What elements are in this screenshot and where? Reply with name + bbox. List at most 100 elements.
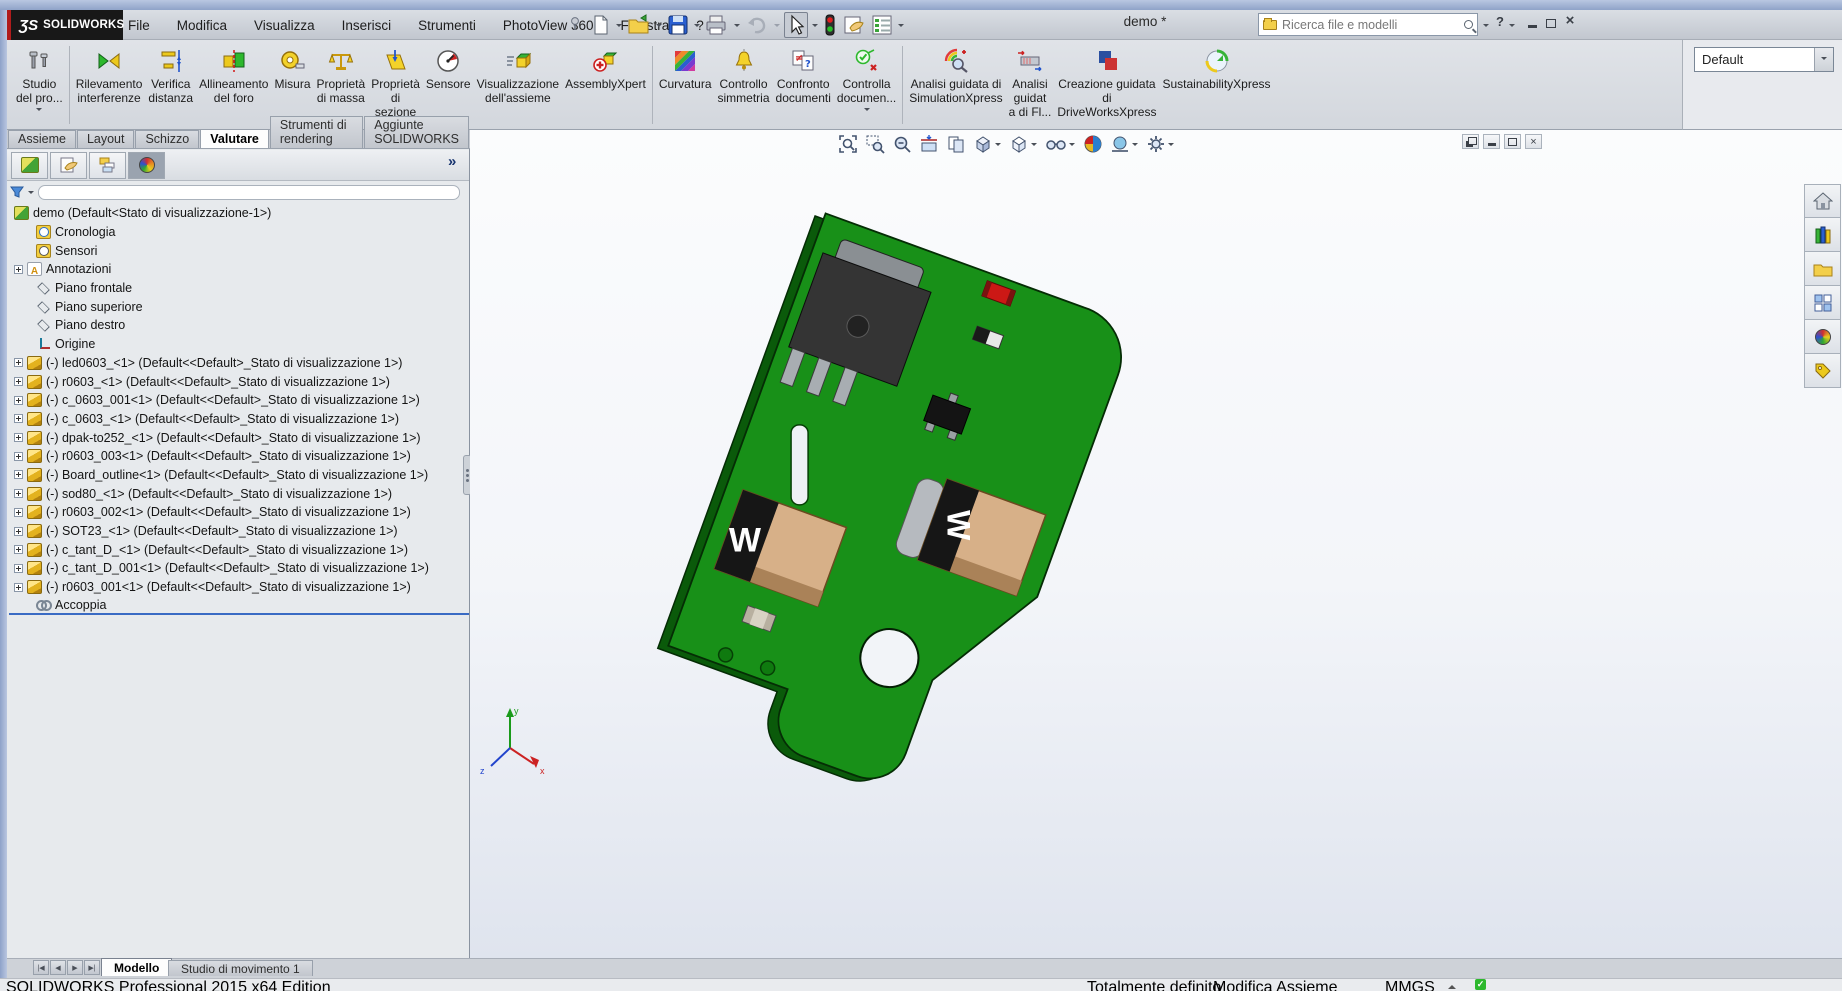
tab-valutare[interactable]: Valutare	[200, 129, 269, 148]
expand-icon[interactable]	[14, 489, 23, 498]
view-orientation-icon[interactable]	[973, 134, 1002, 154]
expand-icon[interactable]	[14, 452, 23, 461]
symmetry-check-button[interactable]: Controllo simmetria	[715, 44, 773, 106]
pane-restore-icon[interactable]	[1504, 134, 1521, 149]
expand-icon[interactable]	[14, 564, 23, 573]
tab-aggiunte-solidworks[interactable]: Aggiunte SOLIDWORKS	[364, 116, 469, 148]
tree-filter-input[interactable]	[38, 185, 460, 200]
expand-icon[interactable]	[14, 470, 23, 479]
tree-item[interactable]: Annotazioni	[9, 260, 469, 279]
curvature-button[interactable]: Curvatura	[656, 44, 715, 92]
tab-layout[interactable]: Layout	[77, 130, 135, 148]
driveworksxpress-button[interactable]: Creazione guidata di DriveWorksXpress	[1054, 44, 1159, 120]
display-style-icon[interactable]	[1009, 134, 1038, 154]
last-tab-icon[interactable]: ▶|	[84, 960, 100, 975]
annotation-views-icon[interactable]	[946, 134, 966, 154]
expand-icon[interactable]	[14, 414, 23, 423]
assembly-visualization-button[interactable]: Visualizzazione dell'assieme	[474, 44, 563, 106]
zoom-to-area-icon[interactable]	[865, 134, 885, 154]
appearances-scenes-tab[interactable]	[1804, 320, 1841, 354]
select-caret[interactable]	[812, 24, 818, 30]
assembly-xpert-button[interactable]: AssemblyXpert	[562, 44, 649, 92]
tab-modello[interactable]: Modello	[101, 958, 172, 976]
print-button[interactable]	[704, 12, 730, 38]
feature-manager-tab[interactable]	[11, 152, 48, 179]
menu-modifica[interactable]: Modifica	[177, 18, 227, 33]
view-settings-caret[interactable]	[1168, 143, 1174, 149]
zoom-to-fit-icon[interactable]	[838, 134, 858, 154]
next-tab-icon[interactable]: ▶	[67, 960, 83, 975]
undo-button[interactable]	[744, 12, 770, 38]
tab-strumenti-rendering[interactable]: Strumenti di rendering	[270, 116, 363, 148]
motion-study-caret[interactable]	[36, 108, 42, 114]
pin-menu-icon[interactable]	[568, 16, 582, 32]
filter-caret[interactable]	[28, 191, 34, 197]
search-options-caret[interactable]	[1483, 24, 1489, 30]
rebuild-stoplight-button[interactable]	[822, 12, 838, 38]
select-button[interactable]	[784, 12, 808, 38]
configuration-caret[interactable]	[1814, 48, 1833, 71]
tree-item-component[interactable]: (-) dpak-to252_<1> (Default<<Default>_St…	[9, 428, 469, 447]
file-properties-button[interactable]	[841, 12, 867, 38]
menu-file[interactable]: File	[128, 18, 150, 33]
interference-detection-button[interactable]: Rilevamento interferenze	[73, 44, 146, 106]
expand-icon[interactable]	[14, 433, 23, 442]
tree-item-component[interactable]: (-) c_tant_D_<1> (Default<<Default>_Stat…	[9, 540, 469, 559]
tree-item-component[interactable]: (-) r0603_002<1> (Default<<Default>_Stat…	[9, 503, 469, 522]
tree-item[interactable]: Cronologia	[9, 223, 469, 242]
tree-item[interactable]: Piano superiore	[9, 297, 469, 316]
display-style-caret[interactable]	[1031, 143, 1037, 149]
apply-scene-caret[interactable]	[1132, 143, 1138, 149]
panel-flyout-icon[interactable]: »	[448, 153, 456, 170]
graphics-area[interactable]: W W	[470, 130, 1842, 958]
expand-icon[interactable]	[14, 396, 23, 405]
new-document-button[interactable]	[590, 12, 612, 38]
pane-minimize-icon[interactable]	[1483, 134, 1500, 149]
simulationxpress-button[interactable]: Analisi guidata di SimulationXpress	[906, 44, 1005, 106]
tree-item-component[interactable]: (-) r0603_003<1> (Default<<Default>_Stat…	[9, 447, 469, 466]
expand-icon[interactable]	[14, 377, 23, 386]
status-units[interactable]: MMGS	[1385, 979, 1435, 991]
hole-alignment-button[interactable]: Allineamento del foro	[196, 44, 271, 106]
window-minimize-button[interactable]	[1524, 16, 1540, 30]
tree-item[interactable]: Piano frontale	[9, 279, 469, 298]
clearance-verification-button[interactable]: Verifica distanza	[145, 44, 196, 106]
display-manager-tab[interactable]	[128, 152, 165, 179]
tree-item-component[interactable]: (-) SOT23_<1> (Default<<Default>_Stato d…	[9, 522, 469, 541]
sensor-button[interactable]: Sensore	[423, 44, 474, 92]
status-units-caret[interactable]	[1448, 981, 1456, 989]
edit-appearance-icon[interactable]	[1083, 134, 1103, 154]
motion-study-button[interactable]: Studio del pro...	[13, 44, 66, 115]
tab-studio-di-movimento[interactable]: Studio di movimento 1	[168, 960, 313, 976]
tree-item-component[interactable]: (-) sod80_<1> (Default<<Default>_Stato d…	[9, 484, 469, 503]
custom-properties-tab[interactable]	[1804, 354, 1841, 388]
open-button[interactable]	[626, 12, 652, 38]
tree-item[interactable]: Origine	[9, 335, 469, 354]
mass-properties-button[interactable]: Proprietà di massa	[314, 44, 369, 106]
previous-tab-icon[interactable]: ◀	[50, 960, 66, 975]
measure-button[interactable]: Misura	[271, 44, 313, 92]
open-caret[interactable]	[656, 24, 662, 30]
pane-close-icon[interactable]: ×	[1525, 134, 1542, 149]
print-caret[interactable]	[734, 24, 740, 30]
expand-icon[interactable]	[14, 583, 23, 592]
window-restore-button[interactable]	[1543, 16, 1559, 30]
new-document-caret[interactable]	[616, 24, 622, 30]
tree-item-component[interactable]: (-) c_0603_001<1> (Default<<Default>_Sta…	[9, 391, 469, 410]
search-box[interactable]: Ricerca file e modelli	[1258, 13, 1478, 36]
view-palette-tab[interactable]	[1804, 286, 1841, 320]
tab-assieme[interactable]: Assieme	[8, 130, 76, 148]
menu-visualizza[interactable]: Visualizza	[254, 18, 315, 33]
section-view-icon[interactable]	[919, 134, 939, 154]
search-input[interactable]: Ricerca file e modelli	[1282, 18, 1459, 32]
file-explorer-tab[interactable]	[1804, 252, 1841, 286]
options-caret[interactable]	[898, 24, 904, 30]
configuration-dropdown[interactable]: Default	[1694, 47, 1834, 72]
configuration-manager-tab[interactable]	[89, 152, 126, 179]
check-document-caret[interactable]	[864, 108, 870, 114]
tile-windows-icon[interactable]	[1462, 134, 1479, 149]
undo-caret[interactable]	[774, 24, 780, 30]
tree-item-component[interactable]: (-) led0603_<1> (Default<<Default>_Stato…	[9, 354, 469, 373]
help-icon[interactable]: ?	[1496, 14, 1504, 29]
menu-inserisci[interactable]: Inserisci	[342, 18, 392, 33]
